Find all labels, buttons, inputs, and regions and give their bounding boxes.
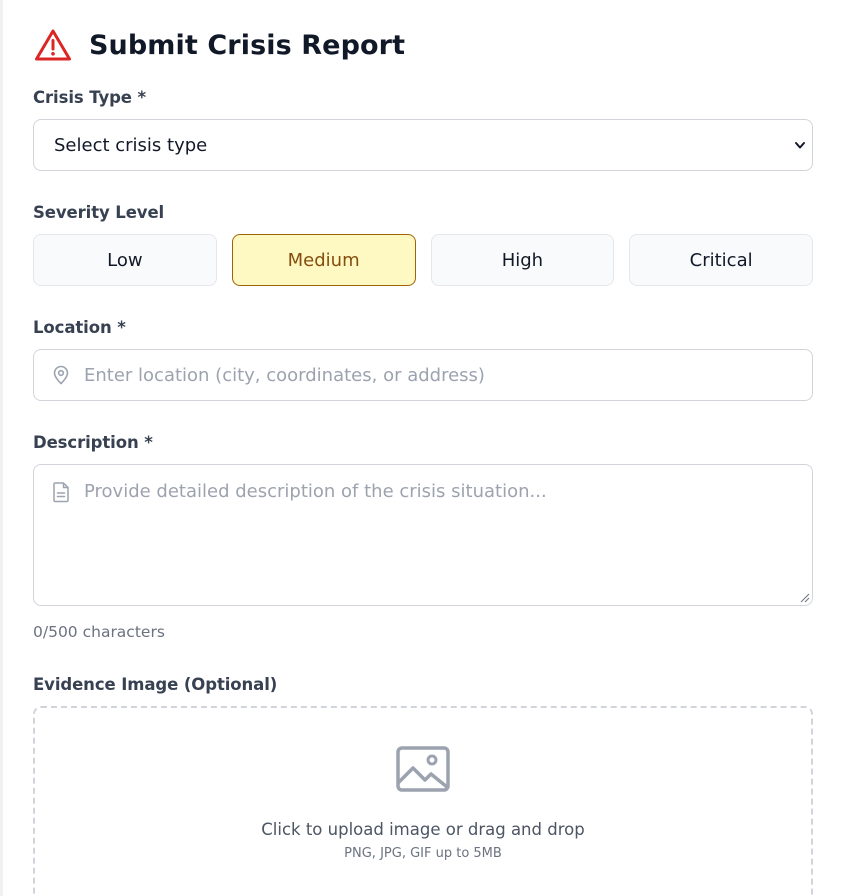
crisis-type-field: Crisis Type * Select crisis type xyxy=(33,88,813,171)
severity-high-button[interactable]: High xyxy=(430,234,615,286)
upload-instruction: Click to upload image or drag and drop xyxy=(261,820,585,839)
form-header: Submit Crisis Report xyxy=(33,0,813,88)
description-textarea[interactable] xyxy=(84,480,812,590)
character-counter: 0/500 characters xyxy=(33,623,165,641)
description-input-wrapper xyxy=(33,464,813,606)
location-label: Location * xyxy=(33,318,126,337)
image-upload-dropzone[interactable]: Click to upload image or drag and drop P… xyxy=(33,706,813,896)
chevron-down-icon xyxy=(795,142,805,149)
evidence-field: Evidence Image (Optional) Click to uploa… xyxy=(33,675,813,896)
upload-file-hint: PNG, JPG, GIF up to 5MB xyxy=(344,846,502,861)
crisis-type-selected: Select crisis type xyxy=(54,134,208,156)
resize-handle-icon[interactable] xyxy=(800,593,810,603)
image-icon xyxy=(396,746,450,792)
location-field: Location * xyxy=(33,318,813,401)
severity-options: Low Medium High Critical xyxy=(33,234,813,286)
description-label: Description * xyxy=(33,433,153,452)
location-input-wrapper xyxy=(33,349,813,401)
location-input[interactable] xyxy=(84,364,812,386)
severity-label: Severity Level xyxy=(33,203,165,222)
severity-low-button[interactable]: Low xyxy=(33,234,217,286)
description-field: Description * 0/500 characters xyxy=(33,433,813,642)
severity-field: Severity Level Low Medium High Critical xyxy=(33,203,813,286)
severity-critical-button[interactable]: Critical xyxy=(629,234,813,286)
crisis-type-select[interactable]: Select crisis type xyxy=(33,119,813,171)
warning-triangle-icon xyxy=(35,29,71,61)
crisis-report-card: Submit Crisis Report Crisis Type * Selec… xyxy=(3,0,842,896)
severity-medium-button[interactable]: Medium xyxy=(231,234,416,286)
crisis-type-label: Crisis Type * xyxy=(33,88,147,107)
document-icon xyxy=(53,482,69,503)
map-pin-icon xyxy=(53,365,69,385)
page-title: Submit Crisis Report xyxy=(89,29,406,61)
evidence-label: Evidence Image (Optional) xyxy=(33,675,278,694)
